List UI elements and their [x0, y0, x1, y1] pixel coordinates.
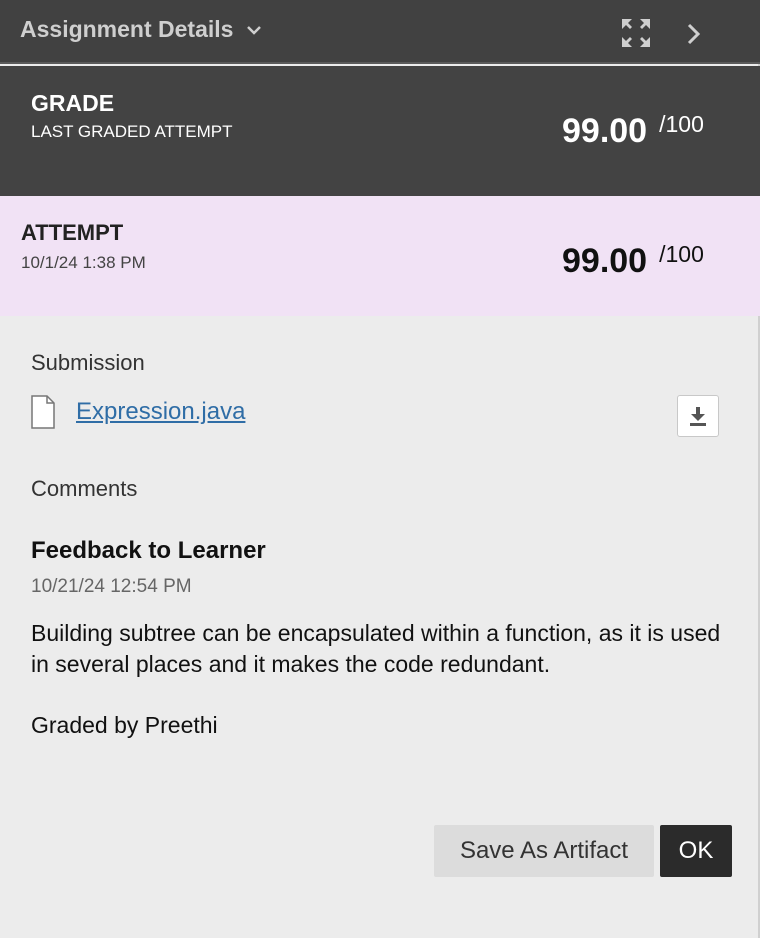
grade-summary: GRADE LAST GRADED ATTEMPT 99.00 /100 — [0, 66, 760, 196]
graded-by: Graded by Preethi — [31, 712, 218, 738]
download-icon — [690, 407, 706, 426]
panel-header: Assignment Details — [0, 0, 760, 64]
submission-file: Expression.java — [30, 395, 245, 429]
assignment-details-panel: Assignment Details GRADE LAST GRADED ATT… — [0, 0, 760, 938]
attempt-summary[interactable]: ATTEMPT 10/1/24 1:38 PM 99.00 /100 — [0, 196, 760, 316]
grade-score: 99.00 /100 — [562, 111, 704, 151]
submission-file-link[interactable]: Expression.java — [76, 398, 245, 426]
save-as-artifact-button[interactable]: Save As Artifact — [434, 825, 654, 877]
grade-score-max: /100 — [659, 111, 704, 137]
grade-score-value: 99.00 — [562, 112, 648, 150]
attempt-score-max: /100 — [659, 241, 704, 267]
expand-icon[interactable] — [620, 17, 652, 49]
attempt-score-value: 99.00 — [562, 242, 648, 280]
file-icon — [31, 395, 55, 429]
panel-title: Assignment Details — [20, 16, 234, 42]
attempt-label: ATTEMPT — [21, 220, 124, 245]
chevron-down-icon — [247, 25, 262, 35]
chevron-right-icon[interactable] — [684, 20, 704, 48]
feedback-date: 10/21/24 12:54 PM — [31, 576, 192, 597]
attempt-score: 99.00 /100 — [562, 241, 704, 281]
panel-title-dropdown[interactable]: Assignment Details — [20, 16, 263, 43]
ok-button[interactable]: OK — [660, 825, 732, 877]
grade-sublabel: LAST GRADED ATTEMPT — [31, 122, 233, 141]
download-button[interactable] — [677, 395, 719, 437]
attempt-date: 10/1/24 1:38 PM — [21, 253, 146, 272]
feedback-title: Feedback to Learner — [31, 537, 266, 564]
grade-label: GRADE — [31, 90, 115, 116]
comments-heading: Comments — [31, 476, 138, 501]
submission-heading: Submission — [31, 350, 145, 375]
feedback-body: Building subtree can be encapsulated wit… — [31, 620, 721, 677]
